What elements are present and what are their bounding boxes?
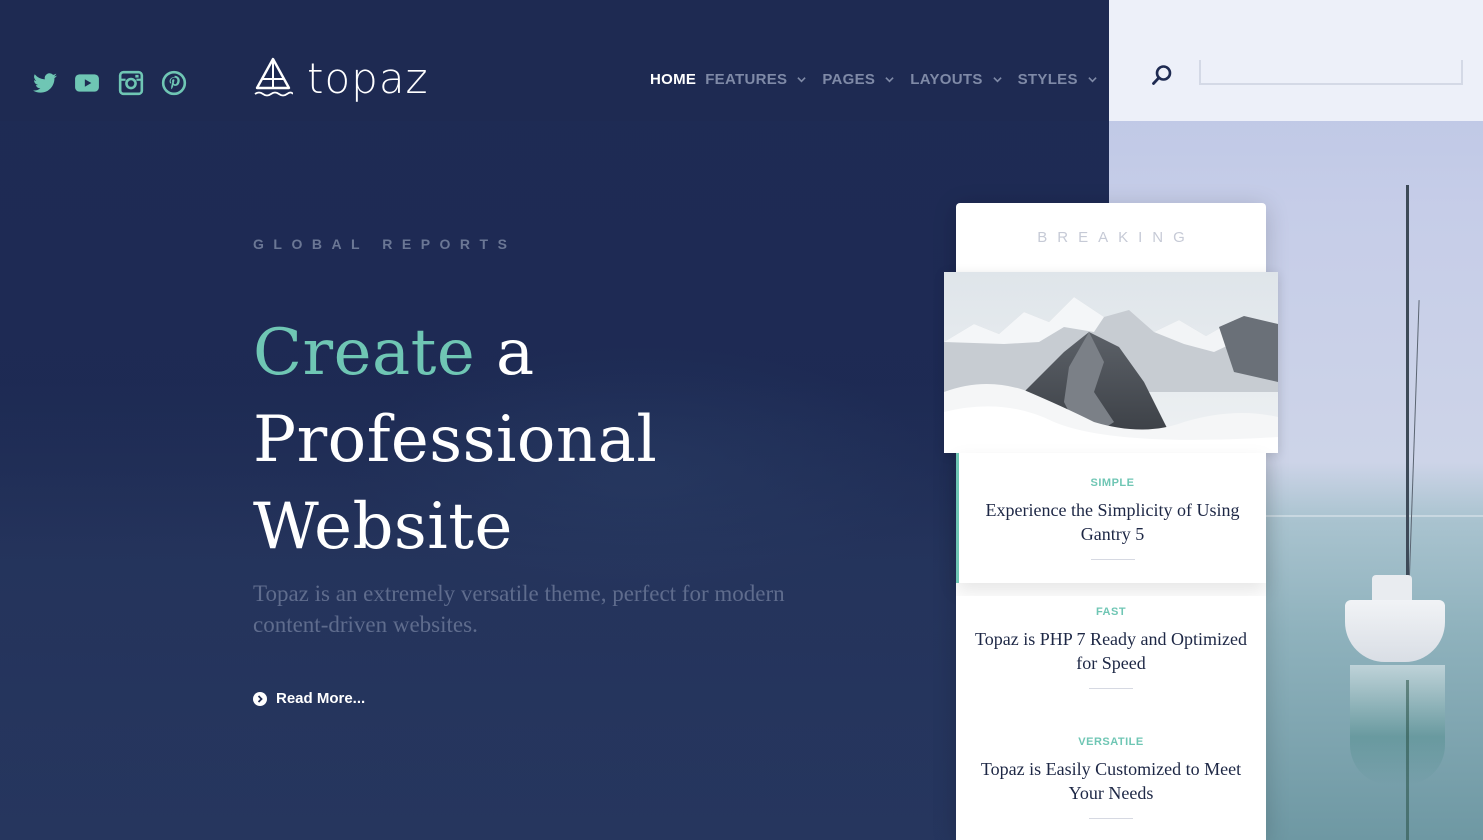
breaking-item-tag: VERSATILE [1078, 736, 1144, 748]
divider [1089, 688, 1133, 689]
breaking-item-tag: FAST [1095, 606, 1127, 618]
search-input[interactable] [1199, 60, 1463, 85]
site-logo[interactable]: topaz [253, 56, 429, 102]
chevron-right-circle-icon [253, 691, 267, 706]
nav-item-label: FEATURES [705, 71, 788, 88]
nav-item-label: PAGES [822, 71, 876, 88]
chevron-down-icon [797, 77, 807, 83]
hero-subtext: Topaz is an extremely versatile theme, p… [253, 581, 785, 637]
nav-item-label: STYLES [1017, 71, 1078, 88]
nav-item-label: LAYOUTS [910, 71, 983, 88]
breaking-item[interactable]: FAST Topaz is PHP 7 Ready and Optimized … [956, 596, 1266, 716]
nav-item-layouts[interactable]: LAYOUTS [910, 71, 1002, 88]
nav-item-pages[interactable]: PAGES [822, 71, 894, 88]
hero-headline: Create a Professional Website [253, 310, 873, 571]
read-more-label: Read More... [276, 690, 366, 707]
breaking-item-title[interactable]: Experience the Simplicity of Using Gantr… [959, 498, 1266, 546]
sailboat-reflection [1350, 665, 1445, 785]
instagram-icon[interactable] [118, 70, 144, 96]
nav-item-styles[interactable]: STYLES [1018, 71, 1097, 88]
chevron-down-icon [992, 77, 1002, 83]
hero-kicker: GLOBAL REPORTS [253, 236, 517, 252]
mast-reflection [1406, 680, 1409, 840]
sailboat-hull [1345, 600, 1445, 662]
hero-headline-accent: Create [253, 316, 476, 390]
sailboat-logo-icon [254, 57, 293, 97]
twitter-icon[interactable] [32, 70, 58, 96]
breaking-item-title[interactable]: Topaz is Easily Customized to Meet Your … [956, 757, 1266, 805]
site-logo-text: topaz [307, 54, 429, 103]
breaking-title: BREAKING [1037, 229, 1195, 246]
nav-item-features[interactable]: FEATURES [705, 71, 807, 88]
breaking-item-tag: SIMPLE [1090, 477, 1135, 489]
breaking-item[interactable]: SIMPLE Experience the Simplicity of Usin… [956, 453, 1266, 583]
breaking-item-title[interactable]: Topaz is PHP 7 Ready and Optimized for S… [956, 627, 1266, 675]
search-icon[interactable] [1150, 63, 1174, 87]
pinterest-icon[interactable] [161, 70, 187, 96]
youtube-icon[interactable] [74, 70, 100, 96]
chevron-down-icon [1088, 77, 1097, 83]
divider [1089, 818, 1133, 819]
site-header [0, 0, 1109, 121]
chevron-down-icon [885, 77, 894, 83]
main-nav: HOME FEATURES PAGES LAYOUTS STYLES [650, 71, 1113, 88]
divider [1090, 559, 1135, 560]
nav-item-label: HOME [650, 71, 697, 88]
breaking-item[interactable]: VERSATILE Topaz is Easily Customized to … [956, 726, 1266, 840]
mountain-image[interactable] [944, 272, 1278, 453]
nav-item-home[interactable]: HOME [650, 71, 696, 88]
read-more-link[interactable]: Read More... [253, 690, 365, 707]
